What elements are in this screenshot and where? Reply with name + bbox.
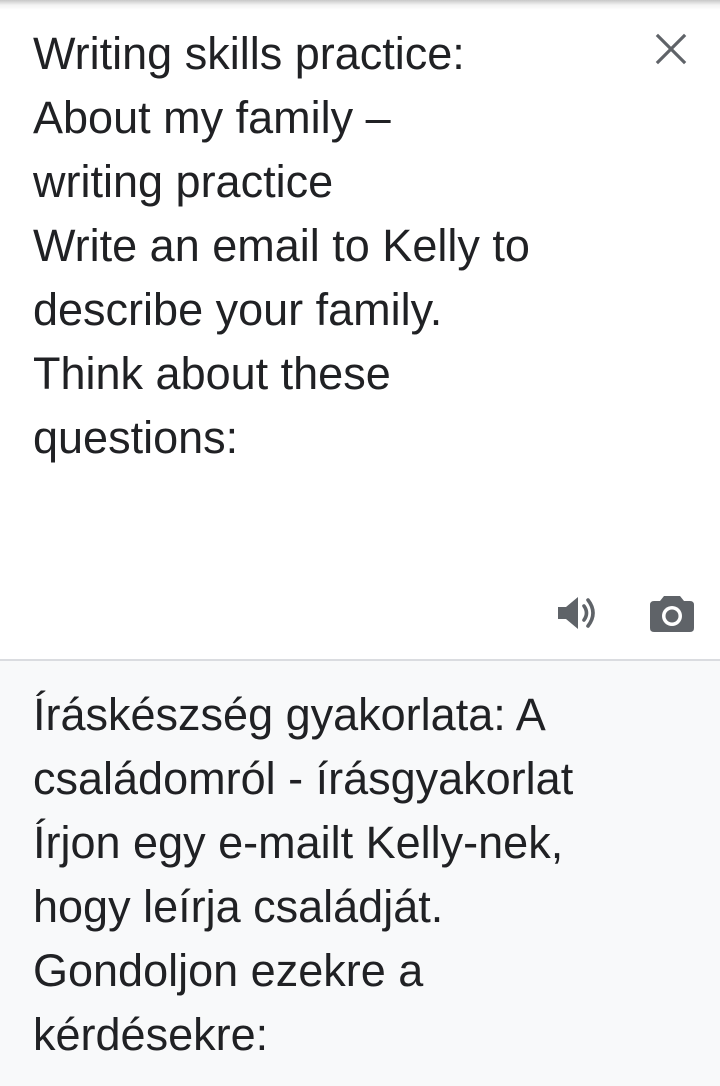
source-panel: Writing skills practice: About my family… bbox=[0, 0, 720, 659]
camera-button[interactable] bbox=[645, 588, 699, 638]
top-shadow bbox=[0, 0, 720, 10]
source-text[interactable]: Writing skills practice: About my family… bbox=[33, 22, 623, 470]
close-icon bbox=[655, 33, 687, 65]
translation-panel: Íráskészség gyakorlata: A családomról - … bbox=[0, 661, 720, 1086]
translation-text[interactable]: Íráskészség gyakorlata: A családomról - … bbox=[33, 683, 673, 1067]
camera-icon bbox=[650, 596, 694, 632]
listen-button[interactable] bbox=[549, 588, 603, 638]
speaker-icon bbox=[558, 597, 595, 629]
close-button[interactable] bbox=[648, 26, 694, 72]
